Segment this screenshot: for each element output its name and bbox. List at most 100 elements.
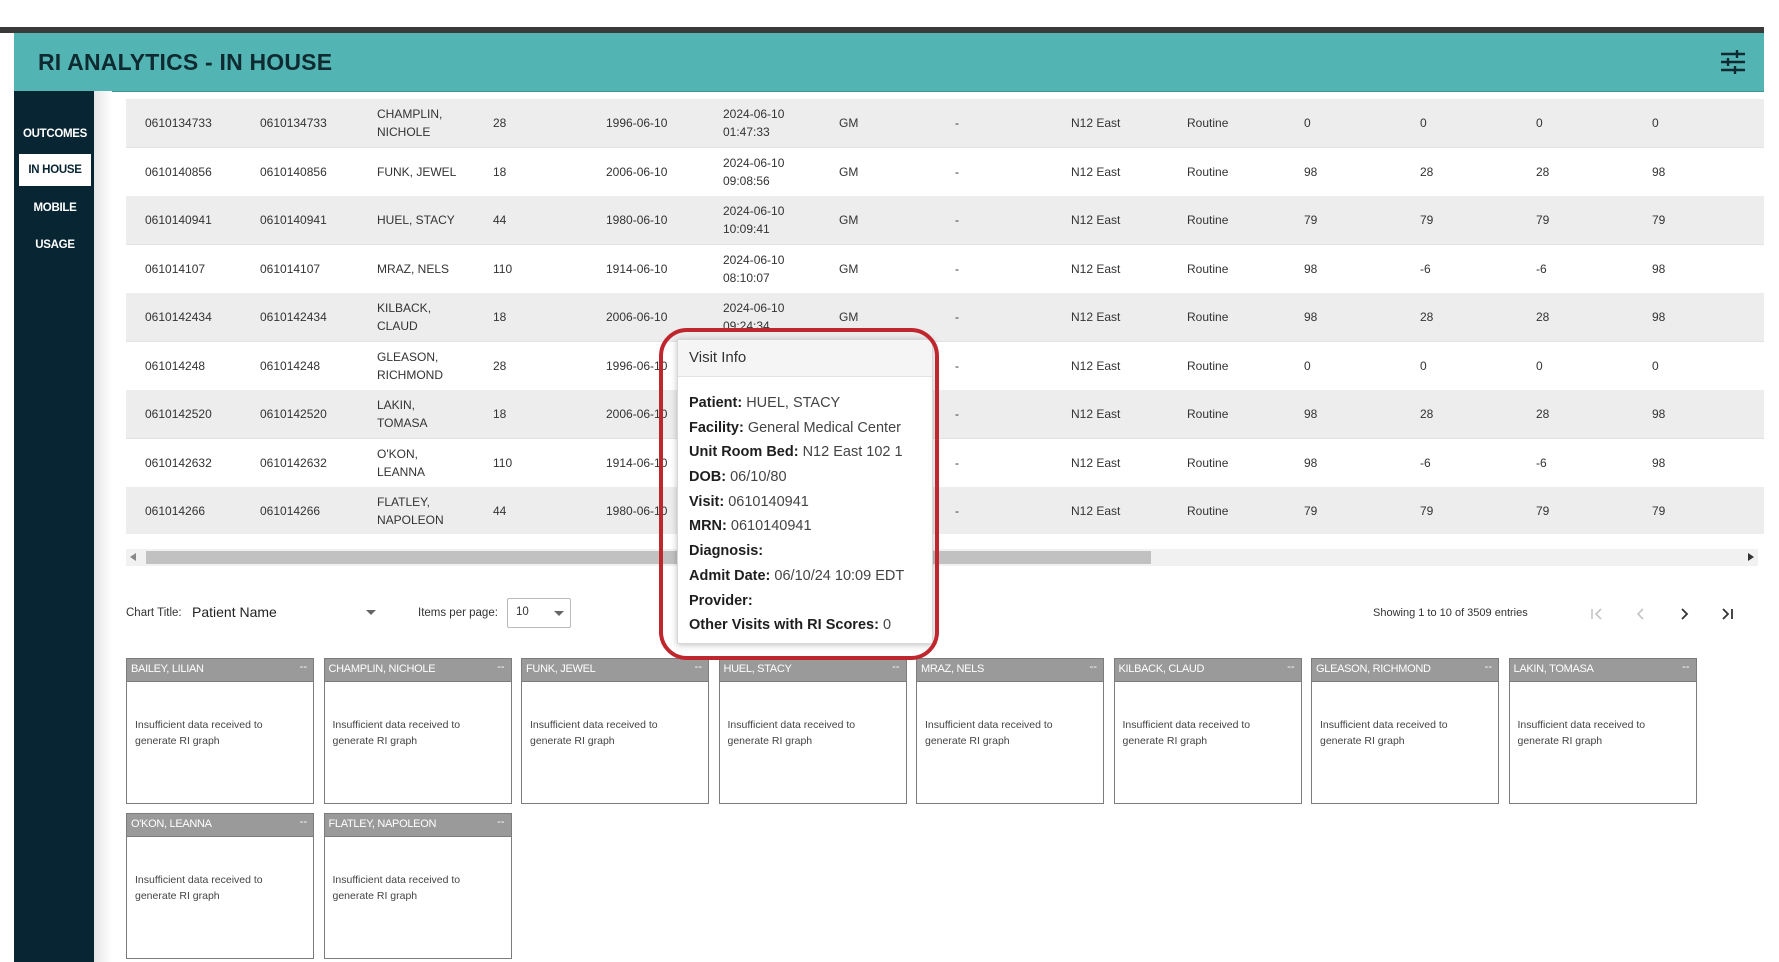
cell-score-4: 98 <box>1652 407 1666 421</box>
popup-field-label: MRN: <box>689 518 727 535</box>
cell-score-3: 79 <box>1536 213 1550 227</box>
cell-unit: N12 East <box>1071 213 1121 227</box>
cell-patient-name: O'KON, LEANNA <box>377 446 426 479</box>
horizontal-scrollbar[interactable] <box>126 549 1758 566</box>
next-page-icon[interactable] <box>1674 604 1694 624</box>
items-per-page-select[interactable]: 10 <box>507 598 571 628</box>
chevron-down-icon[interactable] <box>366 610 376 615</box>
cell-unit: N12 East <box>1071 310 1121 324</box>
scroll-right-icon[interactable] <box>1748 553 1754 561</box>
patient-card[interactable]: LAKIN, TOMASA -- Insufficient data receive… <box>1508 658 1697 804</box>
table-row[interactable]: 0610134733 0610134733 CHAMPLIN, NICHOLE 28 1… <box>126 99 1764 148</box>
popup-field-label: Provider: <box>689 592 753 609</box>
cell-mrn: 0610134733 <box>260 116 327 130</box>
popup-body: Patient: HUEL, STACY Facility: General Me… <box>689 395 929 642</box>
card-menu-icon[interactable]: -- <box>892 661 899 673</box>
cell-mrn: 0610140941 <box>260 213 327 227</box>
cell-age: 44 <box>493 504 507 518</box>
table-row[interactable]: 0610142632 0610142632 O'KON, LEANNA 110 1914… <box>126 438 1764 488</box>
patient-card[interactable]: GLEASON, RICHMOND -- Insufficient data rec… <box>1311 658 1499 804</box>
chart-title-label: Chart Title: <box>126 607 182 619</box>
card-header: CHAMPLIN, NICHOLE -- <box>324 659 511 682</box>
cell-unit: N12 East <box>1071 358 1121 373</box>
table-row[interactable]: 0610142520 0610142520 LAKIN, TOMASA 18 2006-… <box>126 390 1764 439</box>
last-page-icon[interactable] <box>1717 604 1737 624</box>
card-menu-icon[interactable]: -- <box>300 816 307 828</box>
cell-patient-name: FLATLEY, NAPOLEON <box>377 495 444 527</box>
scrollbar-thumb[interactable] <box>146 551 1151 564</box>
card-header: MRAZ, NELS -- <box>917 659 1103 682</box>
card-menu-icon[interactable]: -- <box>1287 661 1294 673</box>
cell-score-4: 79 <box>1652 504 1666 518</box>
cell-mrn: 061014107 <box>260 261 321 276</box>
card-patient-name: KILBACK, CLAUD <box>1118 663 1205 675</box>
popup-field-label: Visit: <box>689 493 725 510</box>
visit-info-popup: Visit Info Patient: HUEL, STACY Facility:… <box>677 339 933 644</box>
card-header: O'KON, LEANNA -- <box>127 814 313 837</box>
cell-acuity: Routine <box>1187 116 1229 130</box>
table-row[interactable]: 061014266 061014266 FLATLEY, NAPOLEON 44 198… <box>126 487 1764 534</box>
cell-admit-date: 2024-06-10 09:08:56 <box>723 155 785 188</box>
table-row[interactable]: 0610140941 0610140941 HUEL, STACY 44 1980-06… <box>126 196 1764 245</box>
table-row[interactable]: 061014248 061014248 GLEASON, RICHMOND 28 199… <box>126 341 1764 391</box>
table-row[interactable]: 0610142434 0610142434 KILBACK, CLAUD 18 2006… <box>126 293 1764 342</box>
cell-age: 18 <box>493 407 507 421</box>
patient-card[interactable]: FUNK, JEWEL -- Insufficient data received … <box>521 658 709 804</box>
first-page-icon[interactable] <box>1587 604 1607 624</box>
card-menu-icon[interactable]: -- <box>300 661 307 673</box>
patient-card[interactable]: CHAMPLIN, NICHOLE -- Insufficient data rec… <box>323 658 512 804</box>
cell-age: 18 <box>493 310 507 324</box>
prev-page-icon[interactable] <box>1631 604 1651 624</box>
nav-usage[interactable]: USAGE <box>19 229 91 261</box>
cell-patient-name: CHAMPLIN, NICHOLE <box>377 107 443 139</box>
card-menu-icon[interactable]: -- <box>497 816 504 828</box>
cell-score-2: 0 <box>1420 116 1427 130</box>
cell-visit: 061014248 <box>145 358 206 373</box>
cell-score-2: 28 <box>1420 407 1434 421</box>
cell-unit: N12 East <box>1071 116 1121 130</box>
table-row[interactable]: 061014107 061014107 MRAZ, NELS 110 1914-06-1… <box>126 244 1764 294</box>
card-menu-icon[interactable]: -- <box>497 661 504 673</box>
patient-card[interactable]: O'KON, LEANNA -- Insufficient data receive… <box>126 813 314 959</box>
nav-mobile[interactable]: MOBILE <box>19 192 91 224</box>
cell-admit-date: 2024-06-10 08:10:07 <box>723 252 785 285</box>
patient-card[interactable]: HUEL, STACY -- Insufficient data received … <box>718 658 907 804</box>
cell-score-2: 79 <box>1420 504 1434 518</box>
chart-title-select[interactable]: Patient Name <box>192 604 277 620</box>
nav-outcomes[interactable]: OUTCOMES <box>19 118 91 150</box>
cell-score-1: 98 <box>1304 310 1318 324</box>
cell-diagnosis: - <box>955 358 959 373</box>
scroll-left-icon[interactable] <box>130 553 136 561</box>
cell-score-1: 0 <box>1304 358 1311 373</box>
sliders-icon[interactable] <box>1718 48 1748 76</box>
patient-card[interactable]: KILBACK, CLAUD -- Insufficient data receiv… <box>1113 658 1302 804</box>
cell-mrn: 0610142520 <box>260 407 327 421</box>
card-menu-icon[interactable]: -- <box>1090 661 1097 673</box>
cell-visit: 0610140856 <box>145 164 212 179</box>
cell-score-4: 98 <box>1652 455 1666 470</box>
popup-field-label: Unit Room Bed: <box>689 444 799 461</box>
card-menu-icon[interactable]: -- <box>1485 661 1492 673</box>
patients-table: 0610134733 0610134733 CHAMPLIN, NICHOLE 28 1… <box>126 99 1764 534</box>
card-patient-name: CHAMPLIN, NICHOLE <box>328 663 436 675</box>
card-menu-icon[interactable]: -- <box>695 661 702 673</box>
patient-card[interactable]: BAILEY, LILIAN -- Insufficient data receiv… <box>126 658 314 804</box>
cell-mrn: 0610140856 <box>260 164 327 179</box>
nav-in-house[interactable]: IN HOUSE <box>19 154 91 186</box>
cell-score-4: 98 <box>1652 164 1666 179</box>
cell-dob: 1980-06-10 <box>606 213 668 227</box>
card-header: FLATLEY, NAPOLEON -- <box>324 814 511 837</box>
patient-card[interactable]: MRAZ, NELS -- Insufficient data received t… <box>916 658 1104 804</box>
cell-score-1: 98 <box>1304 164 1318 179</box>
cell-age: 28 <box>493 358 507 373</box>
table-row[interactable]: 0610140856 0610140856 FUNK, JEWEL 18 2006-06… <box>126 147 1764 197</box>
cell-dob: 2006-06-10 <box>606 164 668 179</box>
cell-dob: 1996-06-10 <box>606 116 668 130</box>
popup-field-value: 06/10/80 <box>730 469 787 486</box>
card-message: Insufficient data received to generate R… <box>135 874 263 902</box>
popup-field-label: Diagnosis: <box>689 543 764 560</box>
cell-visit: 0610142434 <box>145 310 212 324</box>
cell-mrn: 0610142434 <box>260 310 327 324</box>
patient-card[interactable]: FLATLEY, NAPOLEON -- Insufficient data rec… <box>323 813 512 959</box>
card-menu-icon[interactable]: -- <box>1682 661 1689 673</box>
